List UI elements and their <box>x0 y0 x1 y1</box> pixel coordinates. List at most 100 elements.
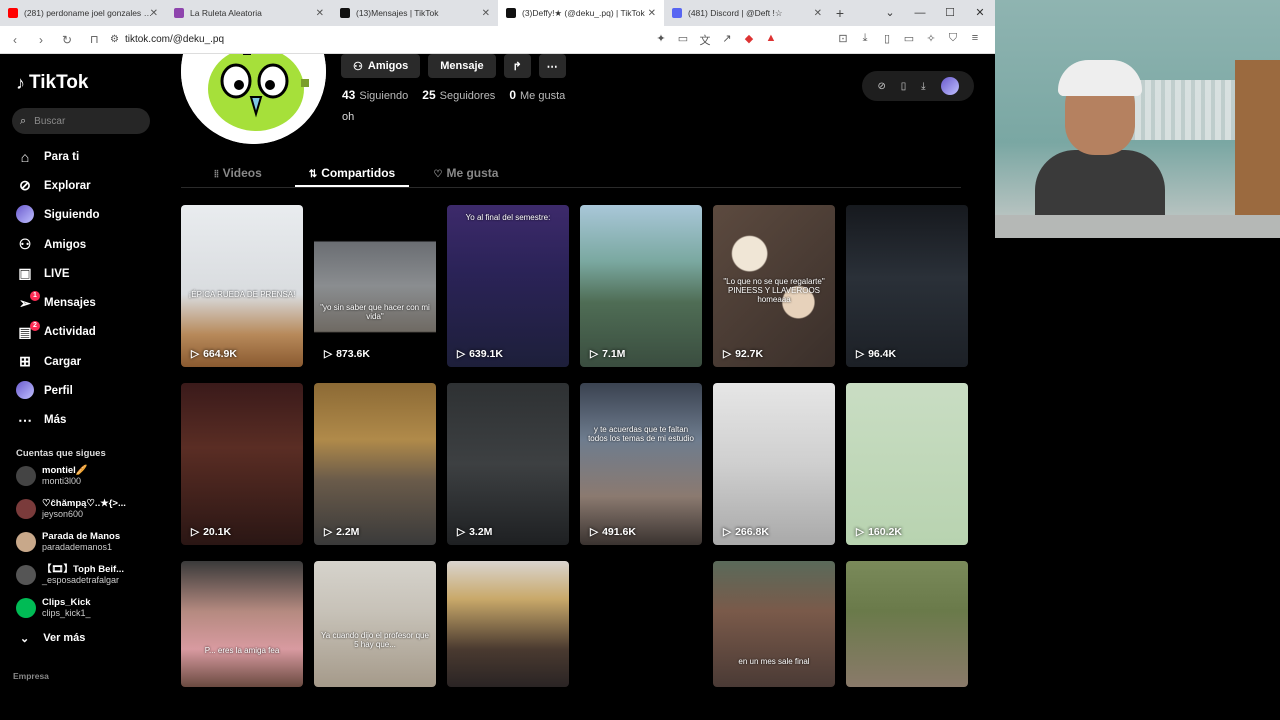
video-card[interactable]: ▷ 20.1K <box>181 383 303 545</box>
followed-account[interactable]: Clips_Kick clips_kick1_ <box>12 592 165 624</box>
browser-chrome: (281) perdoname joel gonzales - You ✕ La R… <box>0 0 995 54</box>
device-icon[interactable]: ▯ <box>901 81 907 92</box>
tab-close-icon[interactable]: ✕ <box>482 8 490 19</box>
account-handle: _esposadetrafalgar <box>42 574 120 585</box>
url-field[interactable]: ⊓ ⚙ tiktok.com/@deku_.pq <box>84 30 647 50</box>
live-icon: ▣ <box>18 265 32 282</box>
account-text: Parada de Manos paradademanos1 <box>42 531 120 553</box>
video-card[interactable]: P... eres la amiga fea <box>181 561 303 687</box>
translate-icon[interactable]: 文 <box>699 32 711 48</box>
download-icon[interactable]: ⤓ <box>859 32 871 48</box>
sidebar-item-más[interactable]: ⋯ Más <box>12 406 165 435</box>
play-icon: ▷ <box>723 526 732 538</box>
tab-close-icon[interactable]: ✕ <box>814 8 822 19</box>
tab-me-gusta[interactable]: ♡ Me gusta <box>409 159 523 187</box>
browser-tab[interactable]: (481) Discord | @Deft !☆ ✕ <box>664 0 830 26</box>
video-card[interactable]: Ya cuando dijo el profesor que 5 hay que… <box>314 561 436 687</box>
footer-company-link[interactable]: Empresa <box>12 671 165 681</box>
play-icon: ▷ <box>590 348 599 360</box>
tab-search-icon[interactable]: ⌄ <box>875 0 905 26</box>
tab-close-icon[interactable]: ✕ <box>150 8 158 19</box>
video-card[interactable]: ▷ 266.8K <box>713 383 835 545</box>
followed-account[interactable]: Parada de Manos paradademanos1 <box>12 526 165 558</box>
close-window-button[interactable]: ✕ <box>965 0 995 26</box>
minimize-button[interactable]: — <box>905 0 935 26</box>
video-card[interactable]: ¡ÉPICA RUEDA DE PRENSA! ▷ 664.9K <box>181 205 303 367</box>
account-handle: monti3l00 <box>42 475 82 486</box>
video-card[interactable]: ▷ 3.2M <box>447 383 569 545</box>
friends-button[interactable]: ⚇ Amigos <box>341 54 421 78</box>
video-card[interactable]: ▷ 96.4K <box>846 205 968 367</box>
video-card[interactable] <box>447 561 569 687</box>
site-info-icon[interactable]: ⚙ <box>110 34 119 45</box>
wallet-icon[interactable]: ▭ <box>903 32 915 48</box>
video-card[interactable]: Yo al final del semestre: ▷ 639.1K <box>447 205 569 367</box>
sidebar-item-live[interactable]: ▣ LIVE <box>12 259 165 288</box>
video-card[interactable]: y te acuerdas que te faltan todos los te… <box>580 383 702 545</box>
sidebar-item-actividad[interactable]: ▤ 2 Actividad <box>12 318 165 347</box>
sidebar-item-para-ti[interactable]: ⌂ Para ti <box>12 142 165 171</box>
video-card[interactable] <box>846 561 968 687</box>
profile-avatar[interactable] <box>181 54 326 144</box>
following-stat[interactable]: 43 Siguiendo <box>342 88 408 102</box>
more-icon: ⋯ <box>18 411 32 428</box>
alert-extension-icon[interactable]: ▲ <box>765 32 777 48</box>
compass-tool-icon[interactable]: ⊘ <box>877 81 885 92</box>
see-more-button[interactable]: ⌄ Ver más <box>12 632 165 645</box>
followed-accounts-list: montiel🥖 monti3l00 ♡ĉhămpą♡..★{>... jeyson6… <box>12 460 165 624</box>
tab-close-icon[interactable]: ✕ <box>316 8 324 19</box>
video-card[interactable]: ▷ 2.2M <box>314 383 436 545</box>
bookmark-icon[interactable]: ⊓ <box>90 33 104 46</box>
video-card[interactable]: ▷ 160.2K <box>846 383 968 545</box>
followed-account[interactable]: ♡ĉhămpą♡..★{>... jeyson600 <box>12 493 165 525</box>
maximize-button[interactable]: ☐ <box>935 0 965 26</box>
account-avatar <box>16 498 36 519</box>
video-card[interactable]: "yo sin saber que hacer con mi vida" ▷ 873… <box>314 205 436 367</box>
search-input[interactable]: ⌕ Buscar <box>12 108 150 134</box>
screenshot-icon[interactable]: ⊡ <box>837 32 849 48</box>
download-tool-icon[interactable]: ⤓ <box>921 81 925 92</box>
followed-account[interactable]: montiel🥖 monti3l00 <box>12 460 165 492</box>
browser-tab[interactable]: (3)Deffy!★ (@deku_.pq) | TikTok ✕ <box>498 0 664 26</box>
followers-stat[interactable]: 25 Seguidores <box>422 88 495 102</box>
user-avatar-icon[interactable] <box>940 77 959 95</box>
sidebar-item-cargar[interactable]: ⊞ Cargar <box>12 347 165 376</box>
video-card[interactable]: en un mes sale final <box>713 561 835 687</box>
share-profile-button[interactable]: ↱ <box>503 54 531 78</box>
forward-icon[interactable]: › <box>32 33 50 47</box>
sidebar-item-explorar[interactable]: ⊘ Explorar <box>12 171 165 200</box>
reload-icon[interactable]: ↻ <box>58 33 76 47</box>
back-icon[interactable]: ‹ <box>6 33 24 47</box>
tab-close-icon[interactable]: ✕ <box>648 8 656 19</box>
new-tab-button[interactable]: + <box>830 0 850 26</box>
share-icon[interactable]: ↗ <box>721 32 733 48</box>
ai-icon[interactable]: ✧ <box>925 32 937 48</box>
sidebar-item-mensajes[interactable]: ➢ 1 Mensajes <box>12 288 165 317</box>
video-card[interactable]: ▷ 7.1M <box>580 205 702 367</box>
video-caption: Yo al final del semestre: <box>465 213 551 222</box>
tiktok-logo[interactable]: ♪ TikTok <box>16 72 165 94</box>
tab-videos[interactable]: ⦙⦙ Videos <box>181 159 295 187</box>
message-button[interactable]: Mensaje <box>428 54 496 78</box>
followed-account[interactable]: 【🎞】Toph Beif... _esposadetrafalgar <box>12 559 165 591</box>
video-card[interactable]: "Lo que no se que regalarte" PINEESS Y L… <box>713 205 835 367</box>
browser-tab[interactable]: La Ruleta Aleatoria ✕ <box>166 0 332 26</box>
more-options-button[interactable]: ⋯ <box>538 54 566 78</box>
cast-icon[interactable]: ▭ <box>677 32 689 48</box>
tab-title: La Ruleta Aleatoria <box>190 8 262 18</box>
sidebar-toggle-icon[interactable]: ▯ <box>881 32 893 48</box>
view-count: 664.9K <box>203 348 237 360</box>
menu-icon[interactable]: ≡ <box>969 32 981 48</box>
browser-tab[interactable]: (281) perdoname joel gonzales - You ✕ <box>0 0 166 26</box>
chevron-down-icon: ⌄ <box>20 632 30 645</box>
sidebar-item-label: Amigos <box>44 238 87 251</box>
tracking-icon[interactable]: ✦ <box>655 32 667 48</box>
sidebar-item-perfil[interactable]: Perfil <box>12 376 165 405</box>
sidebar-item-siguiendo[interactable]: Siguiendo <box>12 201 165 230</box>
browser-tab[interactable]: (13)Mensajes | TikTok ✕ <box>332 0 498 26</box>
sidebar-item-amigos[interactable]: ⚇ Amigos <box>12 230 165 259</box>
vpn-icon[interactable]: ⛉ <box>947 32 959 48</box>
shield-extension-icon[interactable]: ◆ <box>743 32 755 48</box>
home-icon: ⌂ <box>20 148 30 165</box>
tab-compartidos[interactable]: ⇅ Compartidos <box>295 159 409 187</box>
